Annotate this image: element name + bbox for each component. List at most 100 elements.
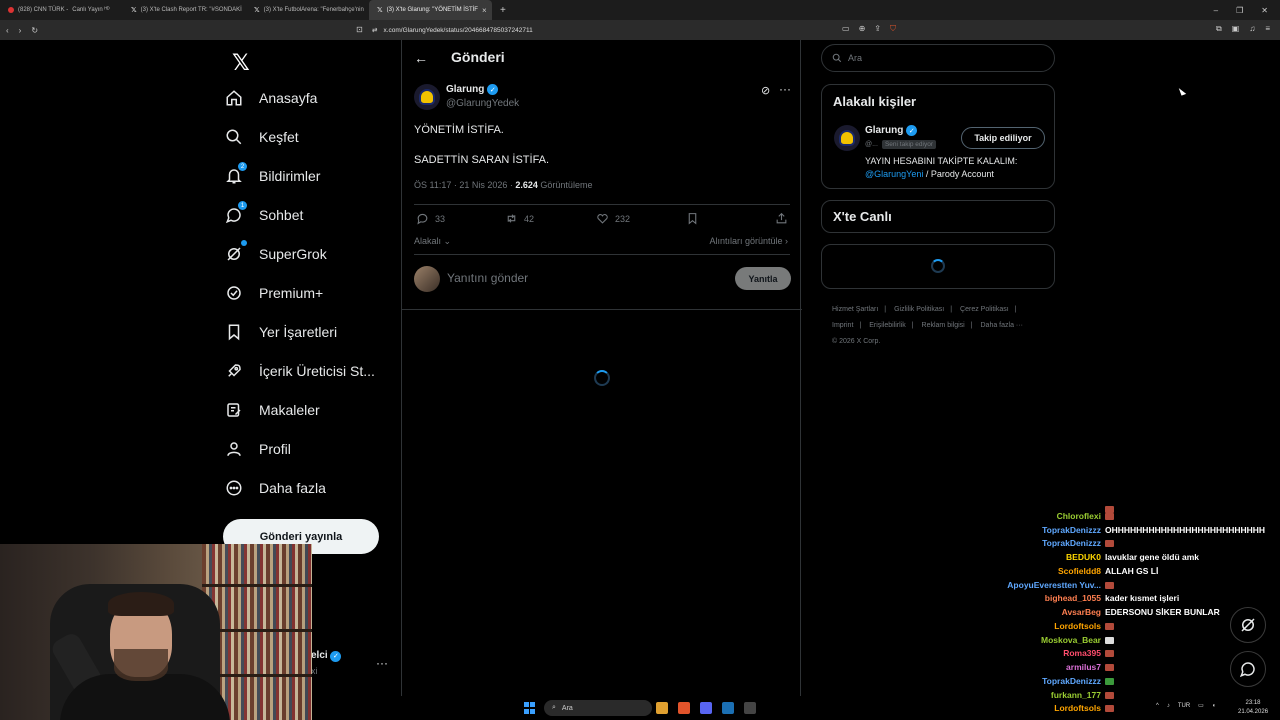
view-quotes-link[interactable]: Alıntıları görüntüle ›	[709, 236, 788, 246]
post-meta: ÖS 11:17 · 21 Nis 2026 · 2.624 Görüntüle…	[414, 180, 592, 190]
sidebar-item-premium[interactable]: Premium+	[223, 278, 323, 308]
footer-link-accessibility[interactable]: Erişilebilirlik	[869, 322, 906, 329]
search-input[interactable]: Ara	[821, 44, 1055, 72]
grok-explain-icon[interactable]: ⊘	[761, 84, 770, 97]
brave-shield-icon[interactable]: ⛉	[890, 24, 896, 34]
tab-title: (828) CNN TÜRK -	[18, 7, 69, 13]
home-icon	[223, 87, 245, 109]
post-text-line-2: SADETTİN SARAN İSTİFA.	[414, 154, 550, 166]
discord-icon[interactable]	[700, 702, 712, 714]
share-icon	[776, 212, 787, 224]
footer-link-ads-info[interactable]: Reklam bilgisi	[922, 322, 965, 329]
like-action[interactable]: 232	[596, 212, 630, 225]
main-header: ← Gönderi	[402, 40, 802, 76]
sidebar-item-profile[interactable]: Profil	[223, 434, 291, 464]
new-tab-button[interactable]: +	[492, 5, 514, 16]
footer-link-cookies[interactable]: Çerez Politikası	[960, 306, 1009, 313]
browser-tab-futbolarena[interactable]: 𝕏 (3) X'te FutbolArena: "Fenerbahçe'nin	[246, 0, 369, 20]
x-logo-icon: 𝕏	[377, 7, 383, 14]
post-author-avatar[interactable]	[414, 84, 440, 110]
back-arrow-icon[interactable]: ←	[414, 50, 428, 66]
following-button[interactable]: Takip ediliyor	[961, 127, 1045, 149]
sidebar-item-creator-studio[interactable]: İçerik Üreticisi St...	[223, 356, 375, 386]
grok-floating-button[interactable]	[1230, 607, 1266, 643]
more-circle-icon	[223, 477, 245, 499]
post-author-handle[interactable]: @GlarungYedek	[446, 98, 519, 109]
sidebar-item-articles[interactable]: Makaleler	[223, 395, 320, 425]
account-name[interactable]: elci ✓	[311, 650, 342, 662]
bio-mention-link[interactable]: @GlarungYeni	[865, 169, 923, 179]
file-explorer-icon[interactable]	[656, 702, 668, 714]
post-view-count: 2.624	[515, 180, 538, 190]
media-icon[interactable]: ♫	[1249, 24, 1255, 34]
reply-input[interactable]: Yanıtını gönder	[447, 271, 528, 285]
messages-floating-button[interactable]	[1230, 651, 1266, 687]
close-tab-icon[interactable]: ×	[482, 6, 487, 15]
forward-icon[interactable]: ›	[19, 26, 22, 35]
article-icon	[223, 399, 245, 421]
volume-icon[interactable]: ◖	[1212, 703, 1216, 709]
post-text-line-1: YÖNETİM İSTİFA.	[414, 124, 504, 136]
chat-icon: 1	[223, 201, 247, 226]
relevant-person-name[interactable]: Glarung ✓	[865, 125, 918, 136]
repost-action[interactable]: 42	[505, 212, 534, 225]
share-action[interactable]	[775, 212, 788, 225]
reload-icon[interactable]: ↻	[31, 26, 38, 35]
footer-link-imprint[interactable]: Imprint	[832, 322, 853, 329]
relevant-person-avatar[interactable]	[834, 125, 860, 151]
x-logo-icon: 𝕏	[254, 7, 260, 14]
restore-icon[interactable]: ❐	[1236, 6, 1243, 15]
reply-action[interactable]: 33	[416, 212, 445, 225]
live-on-x-panel[interactable]: X'te Canlı	[821, 200, 1055, 233]
taskbar-search[interactable]: ⌕ Ara	[544, 700, 652, 716]
sidebar-item-more[interactable]: Daha fazla	[223, 473, 326, 503]
browser-tab-glarung[interactable]: 𝕏 (3) X'te Glarung: "YÖNETİM İSTİF ×	[369, 0, 492, 20]
chat-line: Chloroflexi	[960, 511, 1280, 524]
post-author-name[interactable]: Glarung ✓	[446, 84, 499, 95]
post-more-icon[interactable]: ···	[779, 82, 791, 96]
browser-tab-clash-report[interactable]: 𝕏 (3) X'te Clash Report TR: "#SONDAKİ	[123, 0, 246, 20]
menu-icon[interactable]: ≡	[1265, 24, 1270, 34]
footer-link-privacy[interactable]: Gizlilik Politikası	[894, 306, 944, 313]
sidebar-item-supergrok[interactable]: SuperGrok	[223, 239, 327, 269]
close-window-icon[interactable]: ✕	[1261, 6, 1268, 15]
sidebar-item-notifications[interactable]: 2 Bildirimler	[223, 161, 320, 191]
extensions-icon[interactable]: ⧉	[1216, 24, 1222, 34]
bookmark-page-icon[interactable]: ⊡	[356, 25, 363, 34]
cast-icon[interactable]: ▭	[842, 24, 850, 34]
x-logo-icon[interactable]: 𝕏	[232, 50, 250, 76]
reply-button[interactable]: Yanıtla	[735, 267, 791, 290]
chat-icon	[1239, 662, 1255, 678]
language-indicator[interactable]: TUR	[1178, 703, 1190, 709]
sidebar-item-chat[interactable]: 1 Sohbet	[223, 200, 303, 230]
site-settings-icon[interactable]: ⇄	[372, 26, 377, 34]
share-icon[interactable]: ⇪	[874, 24, 881, 34]
reply-composer: Yanıtını gönder Yanıtla	[402, 254, 802, 310]
footer-link-terms[interactable]: Hizmet Şartları	[832, 306, 878, 313]
taskbar-clock[interactable]: 23:18 21.04.2026	[1238, 699, 1268, 717]
reply-sort-dropdown[interactable]: Alakalı ⌄	[414, 236, 451, 247]
obs-icon[interactable]	[744, 702, 756, 714]
sidebar-item-label: SuperGrok	[259, 246, 327, 262]
sidebar-item-bookmarks[interactable]: Yer İşaretleri	[223, 317, 337, 347]
steam-icon[interactable]	[722, 702, 734, 714]
bookmark-action[interactable]	[686, 212, 699, 225]
brave-browser-icon[interactable]	[678, 702, 690, 714]
sidebar-item-home[interactable]: Anasayfa	[223, 83, 317, 113]
zoom-icon[interactable]: ⊕	[859, 24, 866, 34]
address-bar[interactable]: ⇄ x.com/GlarungYedek/status/204668478503…	[372, 24, 912, 36]
footer-link-more[interactable]: Daha fazla ···	[981, 322, 1023, 329]
network-icon[interactable]: ▭	[1198, 702, 1204, 709]
tray-arrow-icon[interactable]: ^	[1156, 703, 1159, 709]
browser-toolbar: ‹ › ↻ ⊡ ⇄ x.com/GlarungYedek/status/2046…	[0, 20, 1280, 40]
sidebar-item-explore[interactable]: Keşfet	[223, 122, 299, 152]
minimize-icon[interactable]: –	[1214, 6, 1218, 15]
back-icon[interactable]: ‹	[6, 26, 9, 35]
post-timestamp[interactable]: ÖS 11:17 · 21 Nis 2026 ·	[414, 180, 515, 190]
account-more-icon[interactable]: ···	[376, 656, 388, 670]
windows-start-icon[interactable]	[524, 702, 536, 714]
browser-tab-cnn[interactable]: (828) CNN TÜRK - Canlı Yayın ᴴᴰ	[0, 0, 123, 20]
mic-icon[interactable]: ♪	[1167, 703, 1170, 709]
user-avatar[interactable]	[414, 266, 440, 292]
wallet-icon[interactable]: ▣	[1232, 24, 1240, 34]
